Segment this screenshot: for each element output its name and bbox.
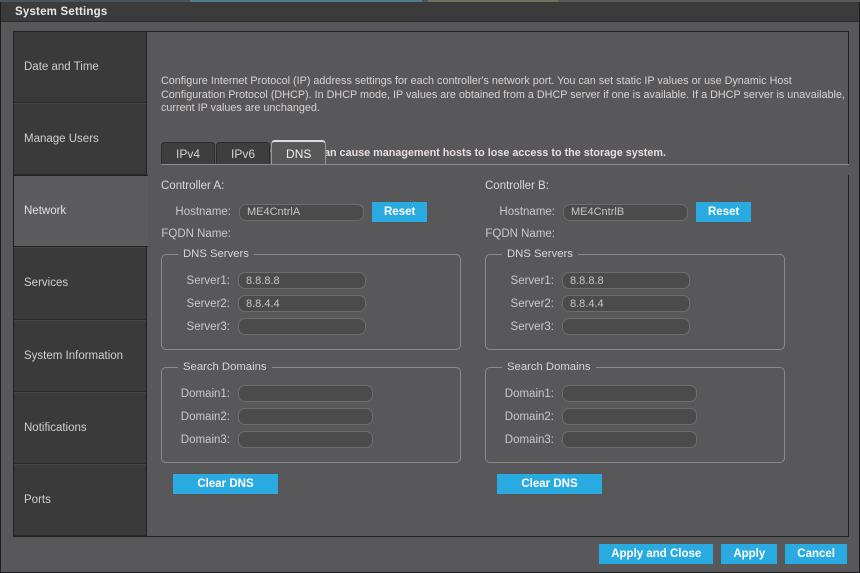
dns-servers-legend: DNS Servers — [183, 248, 249, 260]
controller-b-reset-button[interactable]: Reset — [696, 202, 752, 222]
server3-label: Server3: — [186, 320, 230, 333]
controller-b-search-domains-group: Search Domains Domain1: Domain2: Domain3… — [485, 361, 785, 463]
controller-b-panel: Controller B: Hostname: Reset FQDN Name:… — [485, 180, 785, 494]
controller-b-title: Controller B: — [485, 180, 549, 192]
server2-label: Server2: — [510, 297, 554, 310]
domain2-row: Domain2: — [174, 408, 450, 425]
controller-b-clear-dns-button[interactable]: Clear DNS — [497, 474, 602, 494]
domain3-row: Domain3: — [174, 431, 450, 448]
dns-server3-row: Server3: — [174, 318, 450, 335]
fqdn-label: FQDN Name: — [161, 228, 231, 240]
controller-a-fqdn-row: FQDN Name: — [161, 228, 461, 240]
hostname-label: Hostname: — [175, 206, 231, 218]
dialog-title: System Settings — [15, 5, 108, 18]
protocol-tabs: IPv4 IPv6 DNS — [161, 140, 849, 165]
domain1-label: Domain1: — [180, 387, 230, 400]
settings-content-pane: Configure Internet Protocol (IP) address… — [147, 32, 849, 536]
domain1-label: Domain1: — [504, 387, 554, 400]
settings-sidebar: Date and Time Manage Users Network Servi… — [14, 32, 148, 536]
tab-label: IPv6 — [231, 147, 256, 161]
controller-a-clear-dns-button[interactable]: Clear DNS — [173, 474, 278, 494]
controller-a-domain2-input[interactable] — [238, 408, 373, 425]
controller-a-title: Controller A: — [161, 180, 225, 192]
sidebar-item-label: System Information — [24, 349, 124, 362]
sidebar-item-label: Date and Time — [24, 61, 99, 74]
fqdn-label: FQDN Name: — [485, 228, 555, 240]
domain2-label: Domain2: — [180, 410, 230, 423]
controller-b-dns-servers-group: DNS Servers Server1: Server2: Server3: — [485, 248, 785, 350]
controller-b-dns-server2-input[interactable] — [562, 295, 690, 312]
controller-a-dns-server3-input[interactable] — [238, 318, 366, 335]
controller-a-reset-button[interactable]: Reset — [372, 202, 428, 222]
dialog-titlebar: System Settings — [1, 2, 859, 22]
hostname-label: Hostname: — [499, 206, 555, 218]
controller-b-domain1-input[interactable] — [562, 385, 697, 402]
domain1-row: Domain1: — [174, 385, 450, 402]
server1-label: Server1: — [510, 274, 554, 287]
server2-label: Server2: — [186, 297, 230, 310]
controller-b-fqdn-row: FQDN Name: — [485, 228, 785, 240]
controller-a-dns-servers-group: DNS Servers Server1: Server2: Server3: — [161, 248, 461, 350]
sidebar-item-label: Network — [24, 205, 67, 218]
sidebar-item-date-and-time[interactable]: Date and Time — [14, 32, 146, 104]
tab-label: DNS — [286, 146, 312, 161]
domain3-row: Domain3: — [498, 431, 774, 448]
sidebar-item-label: Manage Users — [24, 133, 99, 146]
controller-a-search-domains-group: Search Domains Domain1: Domain2: Domain3… — [161, 361, 461, 463]
dns-server3-row: Server3: — [498, 318, 774, 335]
controller-a-domain1-input[interactable] — [238, 385, 373, 402]
sidebar-item-label: Notifications — [24, 421, 87, 434]
controller-b-hostname-input[interactable] — [563, 203, 688, 221]
domain3-label: Domain3: — [180, 433, 230, 446]
domain2-label: Domain2: — [504, 410, 554, 423]
dns-server1-row: Server1: — [498, 272, 774, 289]
domain2-row: Domain2: — [498, 408, 774, 425]
tab-panel-top — [161, 165, 849, 175]
domain3-label: Domain3: — [504, 433, 554, 446]
controller-a-panel: Controller A: Hostname: Reset FQDN Name:… — [161, 180, 461, 494]
tab-ipv6[interactable]: IPv6 — [216, 142, 271, 165]
controller-a-dns-server2-input[interactable] — [238, 295, 366, 312]
sidebar-item-label: Services — [24, 277, 69, 290]
controller-a-hostname-input[interactable] — [239, 203, 364, 221]
network-description-text: Configure Internet Protocol (IP) address… — [161, 75, 845, 114]
controller-b-hostname-row: Hostname: Reset — [485, 202, 785, 222]
server1-label: Server1: — [186, 274, 230, 287]
sidebar-item-label: Ports — [24, 493, 51, 506]
search-domains-legend: Search Domains — [183, 361, 267, 373]
tab-label: IPv4 — [176, 147, 201, 161]
controller-b-domain3-input[interactable] — [562, 431, 697, 448]
tab-dns[interactable]: DNS — [271, 140, 327, 165]
dialog-footer: Apply and Close Apply Cancel — [1, 536, 859, 572]
dns-server2-row: Server2: — [498, 295, 774, 312]
search-domains-legend: Search Domains — [507, 361, 591, 373]
controller-b-domain2-input[interactable] — [562, 408, 697, 425]
dialog-body: Date and Time Manage Users Network Servi… — [13, 31, 849, 537]
controller-a-dns-server1-input[interactable] — [238, 272, 366, 289]
server3-label: Server3: — [510, 320, 554, 333]
dns-servers-legend: DNS Servers — [507, 248, 573, 260]
domain1-row: Domain1: — [498, 385, 774, 402]
apply-and-close-button[interactable]: Apply and Close — [599, 544, 714, 564]
sidebar-item-ports[interactable]: Ports — [14, 463, 146, 536]
controller-a-hostname-row: Hostname: Reset — [161, 202, 461, 222]
system-settings-dialog: System Settings Date and Time Manage Use… — [0, 2, 860, 573]
cancel-button[interactable]: Cancel — [785, 544, 847, 564]
controller-a-domain3-input[interactable] — [238, 431, 373, 448]
dns-server2-row: Server2: — [174, 295, 450, 312]
sidebar-item-system-information[interactable]: System Information — [14, 319, 146, 392]
controller-b-dns-server3-input[interactable] — [562, 318, 690, 335]
apply-button[interactable]: Apply — [721, 544, 778, 564]
controller-b-dns-server1-input[interactable] — [562, 272, 690, 289]
sidebar-item-manage-users[interactable]: Manage Users — [14, 103, 146, 176]
sidebar-item-notifications[interactable]: Notifications — [14, 391, 146, 464]
sidebar-item-network[interactable]: Network — [14, 175, 148, 248]
tab-ipv4[interactable]: IPv4 — [161, 142, 216, 165]
dns-server1-row: Server1: — [174, 272, 450, 289]
sidebar-item-services[interactable]: Services — [14, 247, 146, 320]
